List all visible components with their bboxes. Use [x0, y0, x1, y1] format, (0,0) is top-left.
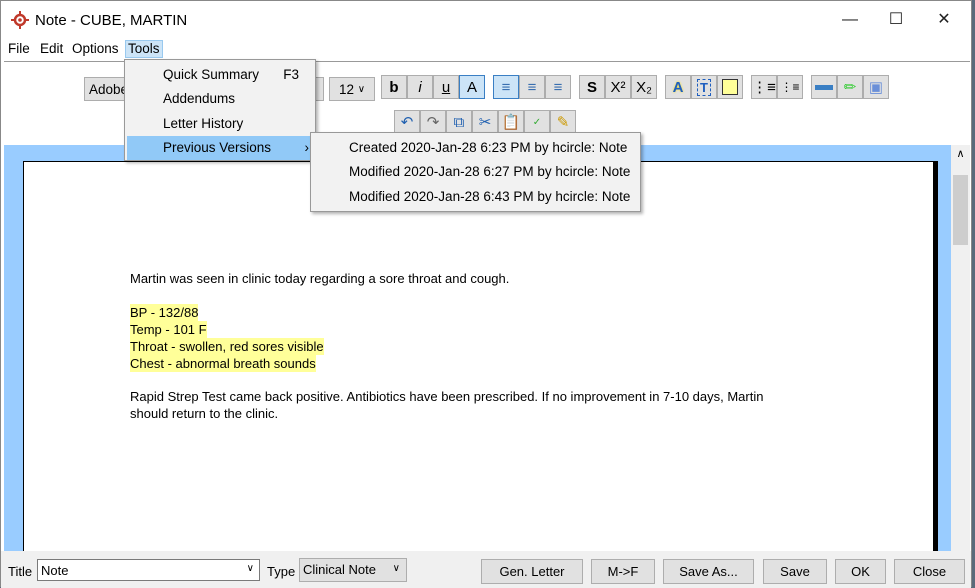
menu-item-label: Previous Versions — [163, 140, 272, 155]
doc-intro: Martin was seen in clinic today regardin… — [130, 271, 510, 286]
menu-item-quick-summary[interactable]: Quick Summary F3 — [127, 63, 313, 87]
menu-bar: File Edit Options Tools — [1, 39, 971, 59]
app-logo-icon — [11, 11, 29, 29]
doc-vital: Temp - 101 F — [130, 321, 207, 338]
pen-icon[interactable]: ✏ — [837, 75, 863, 99]
menu-item-addendums[interactable]: Addendums — [127, 87, 313, 111]
font-color-button[interactable]: A — [459, 75, 485, 99]
save-button[interactable]: Save — [763, 559, 827, 584]
doc-line: Rapid Strep Test came back positive. Ant… — [130, 389, 764, 404]
save-as-button[interactable]: Save As... — [663, 559, 754, 584]
menu-tools[interactable]: Tools — [125, 40, 163, 58]
horizontal-line-icon[interactable] — [811, 75, 837, 99]
font-size-value: 12 — [338, 81, 354, 97]
vertical-scrollbar[interactable]: ∧ — [951, 145, 970, 551]
ok-button[interactable]: OK — [835, 559, 886, 584]
type-value: Clinical Note — [303, 562, 376, 577]
underline-button[interactable]: u — [433, 75, 459, 99]
document-page[interactable]: Martin was seen in clinic today regardin… — [23, 161, 934, 561]
doc-vital: BP - 132/88 — [130, 304, 199, 321]
spellcheck-icon[interactable]: ✓ — [524, 110, 550, 134]
align-center-icon[interactable]: ≡ — [519, 75, 545, 99]
menu-item-letter-history[interactable]: Letter History — [127, 112, 313, 136]
version-item[interactable]: Modified 2020-Jan-28 6:27 PM by hcircle:… — [313, 160, 638, 184]
italic-button[interactable]: i — [407, 75, 433, 99]
redo-icon[interactable]: ↷ — [420, 110, 446, 134]
superscript-button[interactable]: X² — [605, 75, 631, 99]
numbered-list-icon[interactable]: ⋮≡ — [777, 75, 803, 99]
edit-note-icon[interactable]: ✎ — [550, 110, 576, 134]
window-title: Note - CUBE, MARTIN — [35, 12, 188, 29]
menu-edit[interactable]: Edit — [38, 41, 65, 56]
version-item[interactable]: Created 2020-Jan-28 6:23 PM by hcircle: … — [313, 136, 638, 160]
scroll-up-icon[interactable]: ∧ — [951, 145, 970, 163]
copy-icon[interactable]: ⧉ — [446, 110, 472, 134]
strikethrough-button[interactable]: S — [579, 75, 605, 99]
cut-icon[interactable]: ✂ — [472, 110, 498, 134]
scrollbar-thumb[interactable] — [953, 175, 968, 245]
font-size-select[interactable]: 12 ∨ — [329, 77, 375, 101]
bullet-list-icon[interactable]: ⋮≡ — [751, 75, 777, 99]
menu-file[interactable]: File — [6, 41, 32, 56]
m-to-f-button[interactable]: M->F — [591, 559, 655, 584]
bottom-bar: Title Note ∨ Type Clinical Note ∨ Gen. Let… — [1, 551, 971, 588]
doc-line: should return to the clinic. — [130, 406, 279, 421]
image-icon[interactable]: ▣ — [863, 75, 889, 99]
title-combobox[interactable]: Note ∨ — [37, 559, 260, 581]
text-box-icon[interactable]: T — [691, 75, 717, 99]
previous-versions-submenu: Created 2020-Jan-28 6:23 PM by hcircle: … — [310, 132, 641, 212]
gen-letter-button[interactable]: Gen. Letter — [481, 559, 583, 584]
undo-icon[interactable]: ↶ — [394, 110, 420, 134]
minimize-button[interactable]: — — [827, 5, 873, 35]
subscript-button[interactable]: X₂ — [631, 75, 657, 99]
highlight-text-icon[interactable]: A — [665, 75, 691, 99]
doc-vital: Throat - swollen, red sores visible — [130, 338, 324, 355]
chevron-down-icon: ∨ — [392, 563, 400, 574]
menu-item-label: Quick Summary — [163, 67, 260, 82]
align-left-icon[interactable]: ≡ — [493, 75, 519, 99]
chevron-right-icon: › — [304, 140, 310, 155]
menu-options[interactable]: Options — [70, 41, 121, 56]
background-color-icon[interactable] — [717, 75, 743, 99]
paste-icon[interactable]: 📋 — [498, 110, 524, 134]
close-window-button[interactable]: ✕ — [921, 5, 967, 35]
tools-menu: Quick Summary F3 Addendums Letter History… — [124, 59, 316, 161]
maximize-button[interactable]: ☐ — [873, 5, 919, 35]
bold-button[interactable]: b — [381, 75, 407, 99]
shortcut-label: F3 — [283, 67, 299, 82]
type-label: Type — [267, 564, 296, 579]
menu-item-previous-versions[interactable]: Previous Versions › — [127, 136, 313, 160]
close-button[interactable]: Close — [894, 559, 965, 584]
doc-vital: Chest - abnormal breath sounds — [130, 355, 316, 372]
version-item[interactable]: Modified 2020-Jan-28 6:43 PM by hcircle:… — [313, 185, 638, 209]
chevron-down-icon: ∨ — [357, 83, 366, 95]
type-select[interactable]: Clinical Note ∨ — [299, 558, 407, 582]
align-right-icon[interactable]: ≡ — [545, 75, 571, 99]
chevron-down-icon[interactable]: ∨ — [247, 563, 254, 574]
title-value: Note — [41, 563, 69, 578]
title-bar: Note - CUBE, MARTIN — ☐ ✕ — [1, 1, 971, 39]
title-label: Title — [8, 564, 33, 579]
